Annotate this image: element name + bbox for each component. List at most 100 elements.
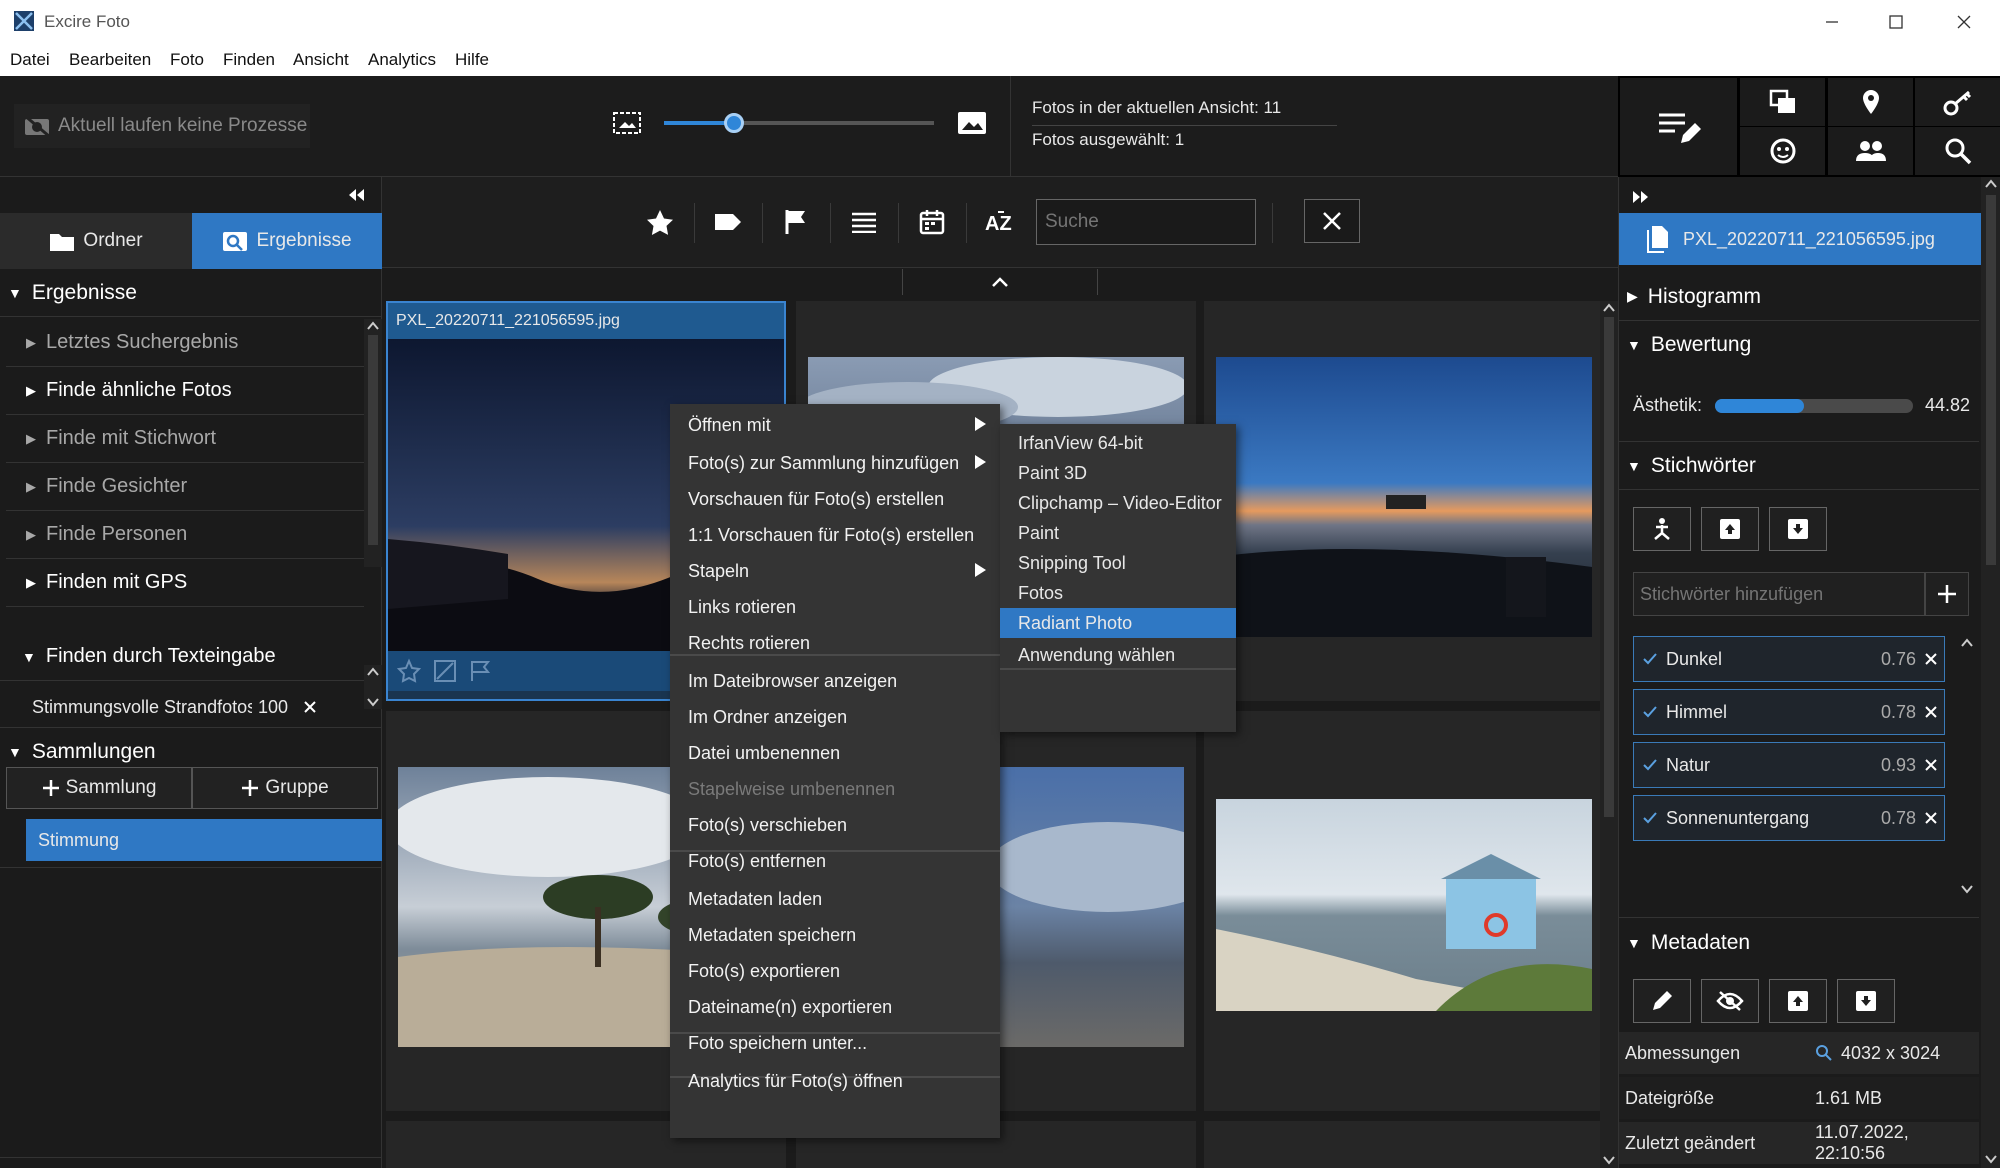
metadata-header[interactable]: ▼ Metadaten (1619, 919, 1979, 967)
photo-cell[interactable] (1204, 711, 1604, 1111)
context-menu-item[interactable]: Im Dateibrowser anzeigen (670, 662, 1000, 700)
add-collection-button[interactable]: Sammlung (6, 767, 192, 809)
close-window-button[interactable] (1950, 8, 1978, 36)
context-menu-item[interactable]: Foto(s) exportieren (670, 952, 1000, 990)
menu-foto[interactable]: Foto (170, 50, 204, 70)
results-item[interactable]: ▶ Finde mit Stichwort (6, 415, 364, 463)
tab-folder[interactable]: Ordner (0, 213, 192, 269)
list-filter-button[interactable] (836, 199, 892, 245)
menu-datei[interactable]: Datei (10, 50, 50, 70)
menu-analytics[interactable]: Analytics (368, 50, 436, 70)
hide-metadata-button[interactable] (1701, 979, 1759, 1023)
collection-item-stimmung[interactable]: Stimmung (26, 819, 382, 861)
open-with-item[interactable]: Radiant Photo (1000, 608, 1236, 638)
open-with-item[interactable]: Fotos (1000, 578, 1236, 608)
collapse-right-icon[interactable] (1629, 187, 1653, 207)
open-with-item[interactable]: Anwendung wählen (1000, 640, 1236, 670)
keyword-input[interactable] (1634, 573, 1924, 615)
faces-button[interactable] (1740, 127, 1825, 175)
keyword-suggest-button[interactable] (1633, 507, 1691, 551)
check-icon[interactable] (1642, 705, 1658, 719)
collections-button[interactable] (1740, 78, 1825, 126)
context-menu-item[interactable]: Metadaten speichern (670, 916, 1000, 954)
label-filter-button[interactable] (700, 199, 756, 245)
context-menu-item[interactable]: Foto speichern unter... (670, 1024, 1000, 1062)
context-menu-item[interactable]: Datei umbenennen (670, 734, 1000, 772)
edit-metadata-button[interactable] (1633, 979, 1691, 1023)
context-menu-item[interactable]: Vorschauen für Foto(s) erstellen (670, 480, 1000, 518)
open-with-item[interactable]: Clipchamp – Video-Editor (1000, 488, 1236, 518)
check-icon[interactable] (1642, 811, 1658, 825)
menu-ansicht[interactable]: Ansicht (293, 50, 349, 70)
menu-hilfe[interactable]: Hilfe (455, 50, 489, 70)
open-with-item[interactable]: IrfanView 64-bit (1000, 428, 1236, 458)
keyword-export-button[interactable] (1769, 507, 1827, 551)
keywords-header[interactable]: ▼ Stichwörter (1619, 442, 1979, 490)
sort-filter-button[interactable]: AZ (972, 199, 1028, 245)
add-keyword-button[interactable] (1925, 572, 1969, 616)
context-menu-item[interactable]: Foto(s) zur Sammlung hinzufügen (670, 444, 1000, 482)
results-item[interactable]: ▶ Finde Gesichter (6, 463, 364, 511)
photo-thumbnail-beach-huts[interactable] (1216, 799, 1592, 1011)
metadata-import-button[interactable] (1769, 979, 1827, 1023)
edit-list-button[interactable] (1620, 78, 1737, 175)
remove-keyword-icon[interactable] (1924, 758, 1938, 772)
metadata-export-button[interactable] (1837, 979, 1895, 1023)
rating-header[interactable]: ▼ Bewertung (1619, 321, 1979, 369)
remove-keyword-icon[interactable] (1924, 811, 1938, 825)
search-dimensions-icon[interactable] (1815, 1044, 1833, 1062)
clear-filter-button[interactable] (1304, 199, 1360, 243)
results-item[interactable]: ▶ Finde Personen (6, 511, 364, 559)
keyword-chip[interactable]: Natur 0.93 (1633, 742, 1945, 788)
photo-cell[interactable] (1204, 301, 1604, 701)
context-menu-item[interactable]: 1:1 Vorschauen für Foto(s) erstellen (670, 516, 1000, 554)
check-icon[interactable] (1642, 758, 1658, 772)
histogram-header[interactable]: ▶ Histogramm (1619, 273, 1979, 321)
keyword-tool-button[interactable] (1915, 78, 2000, 126)
results-item[interactable]: ▶ Letztes Suchergebnis (6, 319, 364, 367)
open-with-item[interactable]: Paint 3D (1000, 458, 1236, 488)
remove-keyword-icon[interactable] (1924, 652, 1938, 666)
photo-thumbnail-sunset-beach[interactable] (1216, 357, 1592, 637)
large-thumbnail-icon[interactable] (957, 110, 987, 136)
photo-cell[interactable] (1204, 1121, 1604, 1168)
keyword-input-field[interactable] (1633, 572, 1925, 616)
text-search-header[interactable]: ▼ Finden durch Texteingabe (0, 633, 382, 681)
keyword-import-button[interactable] (1701, 507, 1759, 551)
keywords-scrollbar[interactable] (1957, 632, 1977, 902)
minimize-button[interactable] (1818, 8, 1846, 36)
maximize-button[interactable] (1882, 8, 1910, 36)
add-group-button[interactable]: Gruppe (192, 767, 378, 809)
collapse-filter-button[interactable] (902, 269, 1098, 295)
results-item[interactable]: ▶ Finden mit GPS (6, 559, 364, 607)
remove-keyword-icon[interactable] (1924, 705, 1938, 719)
menu-bearbeiten[interactable]: Bearbeiten (69, 50, 151, 70)
open-with-item[interactable]: Snipping Tool (1000, 548, 1236, 578)
context-menu-item[interactable]: Links rotieren (670, 588, 1000, 626)
remove-search-icon[interactable] (302, 699, 318, 715)
flag-filter-button[interactable] (768, 199, 824, 245)
keyword-chip[interactable]: Dunkel 0.76 (1633, 636, 1945, 682)
search-module-button[interactable] (1915, 127, 2000, 175)
persons-button[interactable] (1828, 127, 1913, 175)
small-thumbnail-icon[interactable] (612, 110, 642, 136)
results-section-header[interactable]: ▼ Ergebnisse (0, 269, 382, 317)
results-item[interactable]: ▶ Finde ähnliche Fotos (6, 367, 364, 415)
menu-finden[interactable]: Finden (223, 50, 275, 70)
rating-icon[interactable] (396, 658, 422, 684)
date-filter-button[interactable] (904, 199, 960, 245)
check-icon[interactable] (1642, 652, 1658, 666)
context-menu-item[interactable]: Analytics für Foto(s) öffnen (670, 1062, 1000, 1100)
keyword-chip[interactable]: Sonnenuntergang 0.78 (1633, 795, 1945, 841)
results-scrollbar[interactable] (364, 319, 382, 567)
flag-outline-icon[interactable] (468, 658, 494, 684)
open-with-item[interactable]: Paint (1000, 518, 1236, 548)
context-menu-item[interactable]: Stapeln (670, 552, 1000, 590)
context-menu-item[interactable]: Im Ordner anzeigen (670, 698, 1000, 736)
context-menu-item[interactable]: Foto(s) verschieben (670, 806, 1000, 844)
grid-scrollbar[interactable] (1600, 301, 1618, 1168)
search-field[interactable] (1036, 199, 1256, 245)
context-menu-item[interactable]: Foto(s) entfernen (670, 842, 1000, 880)
text-search-scrollbar[interactable] (364, 665, 382, 709)
search-input[interactable] (1037, 200, 1255, 244)
